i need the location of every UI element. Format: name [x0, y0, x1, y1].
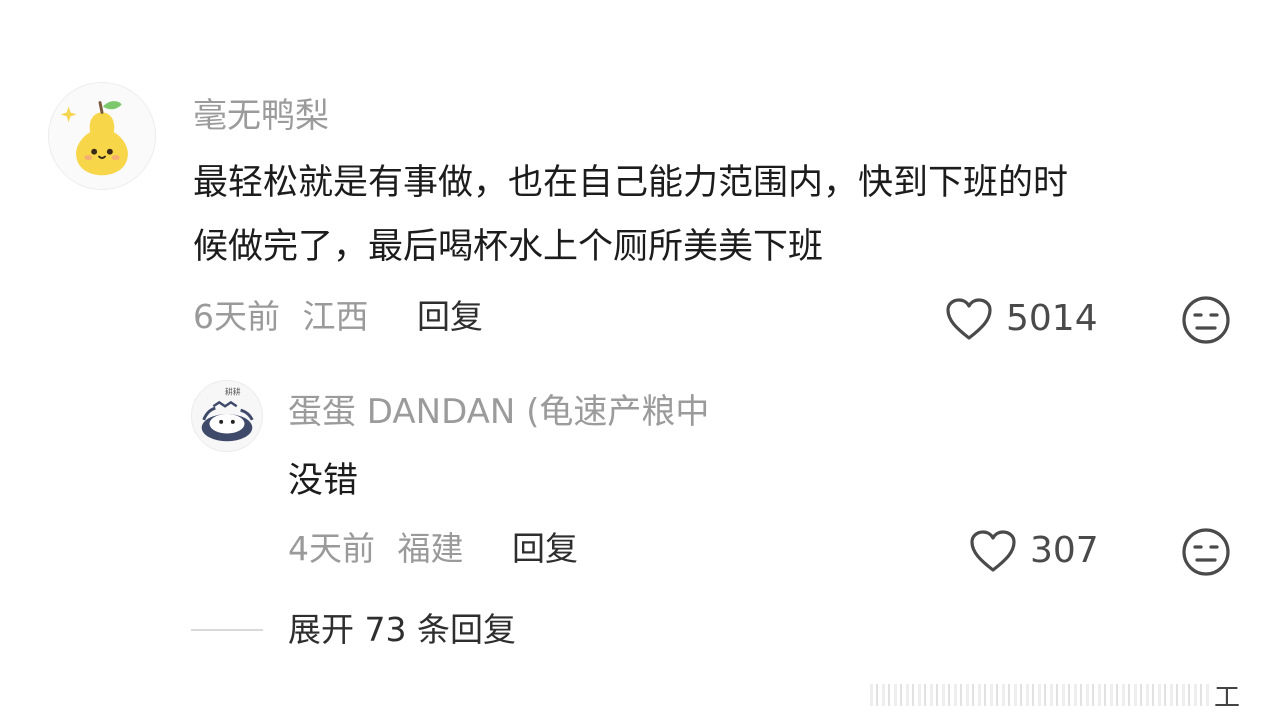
- reply-username[interactable]: 蛋蛋 DANDAN (龟速产粮中: [288, 392, 709, 432]
- reply-meta: 4天前 福建: [288, 529, 464, 569]
- reply-emoji-button[interactable]: [1180, 526, 1232, 578]
- comment-text-line-1: 最轻松就是有事做，也在自己能力范围内，快到下班的时: [193, 163, 1069, 203]
- comment-emoji-button[interactable]: [1180, 294, 1232, 346]
- svg-text:耕耕: 耕耕: [225, 387, 241, 397]
- reply-avatar[interactable]: 耕耕: [191, 380, 263, 452]
- expand-replies-button[interactable]: 展开 73 条回复: [288, 610, 516, 650]
- comment-like-button[interactable]: 5014: [944, 296, 1098, 342]
- heart-outline-icon: [970, 530, 1016, 572]
- watermark-char: 工: [1213, 682, 1240, 713]
- comment-avatar[interactable]: [48, 82, 156, 190]
- comment-username[interactable]: 毫无鸭梨: [193, 96, 329, 136]
- reply-time: 4天前: [288, 529, 375, 568]
- comment-reply-button[interactable]: 回复: [417, 297, 483, 337]
- reply-like-button[interactable]: 307: [968, 528, 1099, 574]
- reply-text: 没错: [288, 461, 359, 501]
- comment-meta: 6天前 江西: [193, 297, 369, 337]
- heart-outline-icon: [946, 298, 992, 340]
- watermark: 工: [870, 680, 1240, 713]
- watermark-bar: [870, 684, 1210, 706]
- comment-time: 6天前: [193, 297, 280, 336]
- neutral-face-icon: [1182, 528, 1230, 576]
- cat-avatar-icon: 耕耕: [192, 381, 262, 451]
- comment-text-line-2: 候做完了，最后喝杯水上个厕所美美下班: [193, 227, 824, 267]
- comment-like-count: 5014: [1006, 298, 1098, 339]
- reply-location: 福建: [397, 529, 464, 568]
- expand-divider: [191, 629, 263, 631]
- reply-reply-button[interactable]: 回复: [512, 529, 578, 569]
- neutral-face-icon: [1182, 296, 1230, 344]
- comment-location: 江西: [302, 297, 369, 336]
- pear-avatar-icon: [49, 83, 155, 189]
- reply-like-count: 307: [1030, 530, 1099, 571]
